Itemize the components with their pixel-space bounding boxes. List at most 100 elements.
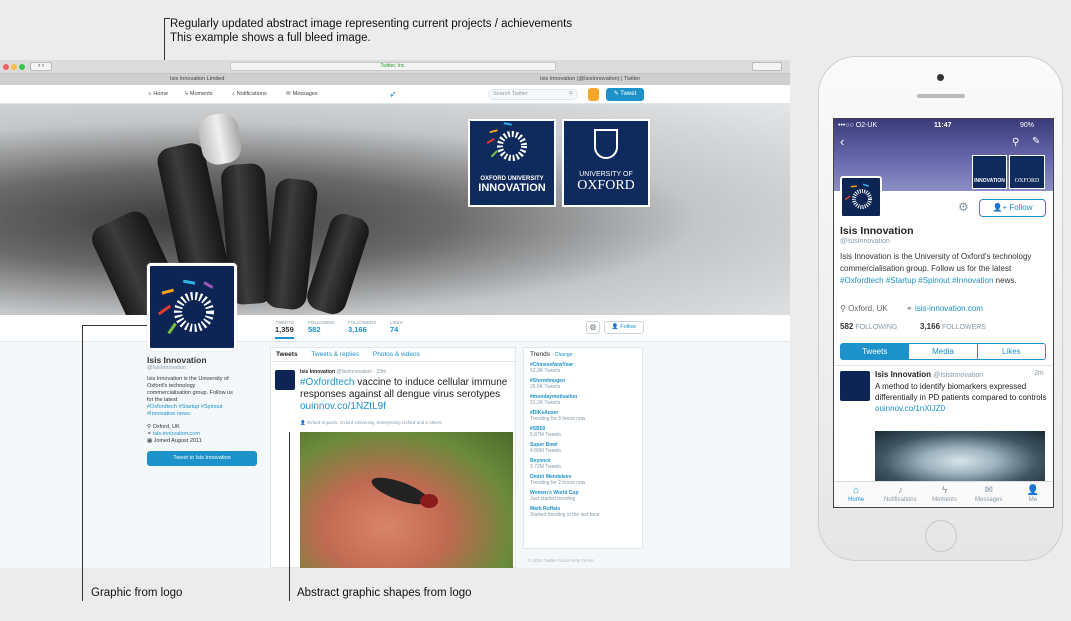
phone-tweet-image-brain-scan[interactable] xyxy=(875,431,1045,481)
tweet-compose-button[interactable]: ✎ Tweet xyxy=(606,88,644,101)
profile-handle[interactable]: @IsisInnovation xyxy=(147,365,262,372)
phone-avatar[interactable] xyxy=(840,176,882,218)
compose-icon[interactable]: ✎ xyxy=(1032,136,1040,147)
phone-oxford-logo: OXFORD xyxy=(1009,155,1045,189)
stat-likes[interactable]: LIKES 74 xyxy=(390,320,403,334)
nav-messages[interactable]: ✉ Messages xyxy=(286,91,318,97)
profile-location: ⚲ Oxford, UK xyxy=(147,424,180,430)
phone-tab-tweets[interactable]: Tweets xyxy=(841,344,910,359)
annotation-graphic-from-logo: Graphic from logo xyxy=(91,587,183,599)
tabbar-moments[interactable]: ϟ Moments xyxy=(922,482,966,507)
stat-tweets[interactable]: TWEETS 1,359 xyxy=(275,320,294,339)
home-icon: ⌂ xyxy=(148,91,152,97)
location-pin-icon: ⚲ xyxy=(840,304,846,313)
twitter-bird-icon[interactable]: ➶ xyxy=(389,89,397,100)
phone-screen: •••○○ O2-UK 11:47 90% ‹ ⚲ ✎ INNOVATION O… xyxy=(833,118,1054,508)
tweet-avatar[interactable] xyxy=(275,370,295,390)
phone-tab-likes[interactable]: Likes xyxy=(978,344,1045,359)
phone-website[interactable]: ⚭ isis-innovation.com xyxy=(906,304,983,313)
trend-item[interactable]: #StormImogen 26.5K Tweets xyxy=(530,378,636,390)
search-input[interactable]: Search Twitter ⚲ xyxy=(488,89,578,100)
trends-change-link[interactable]: · Change xyxy=(552,352,573,358)
phone-profile-handle[interactable]: @IsisInnovation xyxy=(840,238,890,245)
phone-tweet-header: Isis Innovation @IsisInnovation xyxy=(875,370,984,379)
trend-item[interactable]: Super Bowl 4.88M Tweets xyxy=(530,442,636,454)
envelope-icon: ✉ xyxy=(984,485,993,496)
phone-tweet-author[interactable]: Isis Innovation xyxy=(875,370,931,379)
profile-website[interactable]: ⚭ isis-innovation.com xyxy=(147,431,262,438)
tweet-author[interactable]: Isis Innovation xyxy=(300,369,335,375)
address-bar[interactable]: Twitter, Inc. xyxy=(230,62,556,71)
mosquito-abdomen-shape xyxy=(420,494,438,508)
twitter-topnav: ⌂ Home ϟ Moments ♪ Notifications ✉ Messages … xyxy=(0,85,790,104)
annotation-leader-tick xyxy=(164,18,170,19)
tabbar-home[interactable]: ⌂ Home xyxy=(834,482,878,507)
tabbar-me[interactable]: 👤 Me xyxy=(1011,482,1053,507)
crest-icon xyxy=(594,129,618,159)
back-arrow-icon[interactable]: ‹ xyxy=(840,134,844,149)
annotation-leader-line xyxy=(82,325,83,601)
back-forward-buttons[interactable]: ‹ › xyxy=(30,62,52,71)
trend-item[interactable]: Dmitri Mendeleev Trending for 2 hours now xyxy=(530,474,636,486)
tweet-link[interactable]: ouinnov.co/1NZtL9f xyxy=(300,401,386,412)
search-icon[interactable]: ⚲ xyxy=(1012,137,1019,148)
lightning-icon: ϟ xyxy=(185,91,188,97)
logo-text-line2: OXFORD xyxy=(577,178,635,193)
trend-item[interactable]: #SB50 5.87M Tweets xyxy=(530,426,636,438)
profile-avatar[interactable] xyxy=(147,263,237,351)
gear-icon[interactable]: ⚙ xyxy=(586,321,600,334)
tabbar-messages[interactable]: ✉ Messages xyxy=(967,482,1011,507)
tab-tweets-replies[interactable]: Tweets & replies xyxy=(311,351,359,358)
annotation-leader-line xyxy=(289,432,290,601)
sunburst-icon xyxy=(844,183,872,209)
phone-follow-button[interactable]: 👤+ Follow xyxy=(979,199,1046,217)
phone-tweet-avatar[interactable] xyxy=(840,371,870,401)
home-button[interactable] xyxy=(925,520,957,552)
bell-icon: ♪ xyxy=(232,91,235,97)
tab-left[interactable]: Isis Innovation Limited xyxy=(170,76,224,82)
nav-moments[interactable]: ϟ Moments xyxy=(185,91,213,97)
trend-item[interactable]: #ChineseNewYear 52.3K Tweets xyxy=(530,362,636,374)
profile-name[interactable]: Isis Innovation xyxy=(147,355,262,365)
trend-item[interactable]: Women's World Cup Just started trending xyxy=(530,490,636,502)
tweet-image-mosquito[interactable] xyxy=(300,432,513,568)
zoom-dot[interactable] xyxy=(19,64,25,70)
tweet-to-button[interactable]: Tweet to Isis Innovation xyxy=(147,451,257,466)
nav-notifications[interactable]: ♪ Notifications xyxy=(232,91,267,97)
tab-photos-videos[interactable]: Photos & videos xyxy=(373,351,420,358)
stat-following[interactable]: FOLLOWING 582 xyxy=(308,320,335,334)
phone-location: ⚲ Oxford, UK xyxy=(840,304,888,313)
trend-item[interactable]: Mark Ruffalo Started trending in the last… xyxy=(530,506,636,518)
tabbar-notifications[interactable]: ♪ Notifications xyxy=(878,482,922,507)
timeline-tabs: Tweets Tweets & replies Photos & videos xyxy=(271,348,515,362)
phone-bio-hashtags[interactable]: #Oxfordtech #Startup #Spinout #Innovatio… xyxy=(840,276,993,285)
divider xyxy=(834,365,1053,366)
phone-tweet-link[interactable]: ouinnov.co/1nXIJZ0 xyxy=(875,404,945,413)
close-dot[interactable] xyxy=(3,64,9,70)
phone-oui-logo: INNOVATION xyxy=(972,155,1007,189)
share-tabs-buttons[interactable] xyxy=(752,62,782,71)
follow-button[interactable]: 👤 Follow xyxy=(604,321,644,334)
profile-nav-bar: TWEETS 1,359 FOLLOWING 582 FOLLOWERS 3,166 … xyxy=(0,315,790,342)
phone-tab-media[interactable]: Media xyxy=(909,344,978,359)
minimize-dot[interactable] xyxy=(11,64,17,70)
phone-following-stat[interactable]: 582 FOLLOWING xyxy=(840,322,897,331)
calendar-icon: ▦ xyxy=(147,438,153,444)
sunburst-icon xyxy=(157,279,214,335)
tab-tweets[interactable]: Tweets xyxy=(276,351,298,358)
trend-item[interactable]: Beyoncé 3.72M Tweets xyxy=(530,458,636,470)
gear-icon[interactable]: ⚙ xyxy=(958,200,969,214)
phone-followers-stat[interactable]: 3,166 FOLLOWERS xyxy=(920,322,986,331)
trend-item[interactable]: #DIKeAnser Trending for 3 hours now xyxy=(530,410,636,422)
profile-hashtags[interactable]: #Oxfordtech #Startup #Spinout #Innovatio… xyxy=(147,404,237,418)
nav-home[interactable]: ⌂ Home xyxy=(148,91,168,97)
avatar[interactable] xyxy=(588,88,599,101)
twitter-footer[interactable]: © 2016 Twitter About Help Terms xyxy=(528,558,594,563)
tab-right[interactable]: Isis Innovation (@IsisInnovation) | Twit… xyxy=(540,76,640,82)
stat-followers[interactable]: FOLLOWERS 3,166 xyxy=(348,320,376,334)
tweet-header: Isis Innovation @IsisInnovation · 23m xyxy=(300,369,386,375)
trends-panel: Trends · Change #ChineseNewYear 52.3K Twe… xyxy=(523,347,643,549)
phone-profile-name[interactable]: Isis Innovation xyxy=(840,225,914,237)
trend-item[interactable]: #mondaymotivation 21.2K Tweets xyxy=(530,394,636,406)
tweet-hashtag[interactable]: #Oxfordtech xyxy=(300,377,354,388)
